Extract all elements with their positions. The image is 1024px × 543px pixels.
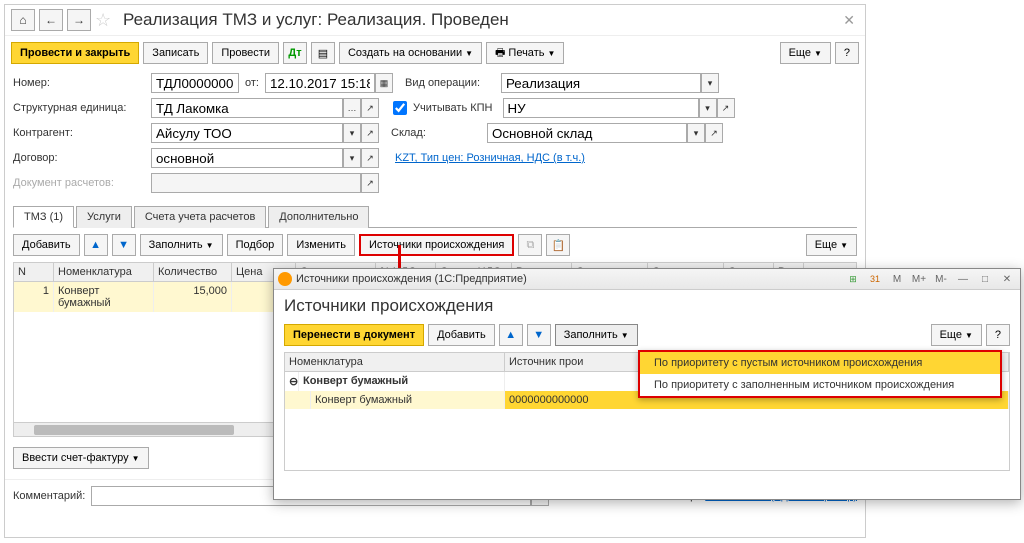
stock-field[interactable] bbox=[487, 123, 687, 143]
popup-down-button[interactable]: ▼ bbox=[527, 324, 551, 346]
stock-dd[interactable]: ▾ bbox=[687, 123, 705, 143]
price-type-link[interactable]: KZT, Тип цен: Розничная, НДС (в т.ч.) bbox=[395, 152, 585, 164]
post-and-close-button[interactable]: Провести и закрыть bbox=[11, 42, 139, 64]
print-button[interactable]: 🖶 Печать ▼ bbox=[486, 42, 564, 64]
col-qty: Количество bbox=[154, 263, 232, 281]
date-field[interactable] bbox=[265, 73, 375, 93]
date-picker-button[interactable]: ▦ bbox=[375, 73, 393, 93]
menu-item-filled-source[interactable]: По приоритету с заполненным источником п… bbox=[640, 374, 1000, 396]
unit-open[interactable]: ↗ bbox=[361, 98, 379, 118]
post-button[interactable]: Провести bbox=[212, 42, 279, 64]
unit-label: Структурная единица: bbox=[13, 102, 145, 114]
app-icon bbox=[278, 272, 292, 286]
number-label: Номер: bbox=[13, 77, 145, 89]
kpn-label: Учитывать КПН bbox=[413, 102, 493, 114]
fill-button[interactable]: Заполнить ▼ bbox=[140, 234, 223, 256]
number-field[interactable] bbox=[151, 73, 239, 93]
dk-icon-button[interactable]: Дт bbox=[283, 42, 307, 64]
back-button[interactable]: ← bbox=[39, 9, 63, 31]
operation-field[interactable] bbox=[501, 73, 701, 93]
calendar-icon[interactable]: 31 bbox=[866, 271, 884, 287]
maximize-icon[interactable]: □ bbox=[976, 271, 994, 287]
calc-icon[interactable]: ⊞ bbox=[844, 271, 862, 287]
contract-dd[interactable]: ▾ bbox=[343, 148, 361, 168]
forward-button[interactable]: → bbox=[67, 9, 91, 31]
calc-doc-field bbox=[151, 173, 361, 193]
operation-label: Вид операции: bbox=[405, 77, 495, 89]
operation-dd[interactable]: ▾ bbox=[701, 73, 719, 93]
kpn-field[interactable] bbox=[503, 98, 699, 118]
help-button[interactable]: ? bbox=[835, 42, 859, 64]
popup-window-title: Источники происхождения (1С:Предприятие) bbox=[296, 273, 527, 285]
tab-accounts[interactable]: Счета учета расчетов bbox=[134, 206, 266, 228]
create-based-button[interactable]: Создать на основании ▼ bbox=[339, 42, 482, 64]
write-button[interactable]: Записать bbox=[143, 42, 208, 64]
close-icon[interactable]: ✕ bbox=[839, 12, 859, 29]
change-button[interactable]: Изменить bbox=[287, 234, 355, 256]
calc-doc-label: Документ расчетов: bbox=[13, 177, 145, 189]
tab-additional[interactable]: Дополнительно bbox=[268, 206, 369, 228]
m-button[interactable]: M bbox=[888, 271, 906, 287]
popup-more-button[interactable]: Еще ▼ bbox=[931, 324, 982, 346]
move-up-button[interactable]: ▲ bbox=[84, 234, 108, 256]
menu-item-empty-source[interactable]: По приоритету с пустым источником происх… bbox=[640, 352, 1000, 374]
popup-fill-button[interactable]: Заполнить ▼ bbox=[555, 324, 638, 346]
more-button[interactable]: Еще ▼ bbox=[780, 42, 831, 64]
add-row-button[interactable]: Добавить bbox=[13, 234, 80, 256]
kpn-open[interactable]: ↗ bbox=[717, 98, 735, 118]
fill-menu: По приоритету с пустым источником происх… bbox=[638, 350, 1002, 398]
paste-icon-button[interactable]: 📋 bbox=[546, 234, 570, 256]
contract-open[interactable]: ↗ bbox=[361, 148, 379, 168]
comment-label: Комментарий: bbox=[13, 490, 85, 502]
counterparty-label: Контрагент: bbox=[13, 127, 145, 139]
stock-label: Склад: bbox=[391, 127, 481, 139]
popup-col-nom: Номенклатура bbox=[285, 353, 505, 371]
popup-up-button[interactable]: ▲ bbox=[499, 324, 523, 346]
popup-close-icon[interactable]: ✕ bbox=[998, 271, 1016, 287]
counterparty-field[interactable] bbox=[151, 123, 343, 143]
unit-field[interactable] bbox=[151, 98, 343, 118]
tab-more-button[interactable]: Еще ▼ bbox=[806, 234, 857, 256]
calc-open[interactable]: ↗ bbox=[361, 173, 379, 193]
select-button[interactable]: Подбор bbox=[227, 234, 284, 256]
col-n: N bbox=[14, 263, 54, 281]
m-minus-button[interactable]: M- bbox=[932, 271, 950, 287]
favorite-star-icon[interactable]: ☆ bbox=[95, 10, 115, 30]
counter-dd[interactable]: ▾ bbox=[343, 123, 361, 143]
kpn-checkbox[interactable] bbox=[393, 101, 407, 115]
transfer-button[interactable]: Перенести в документ bbox=[284, 324, 424, 346]
popup-title: Источники происхождения bbox=[274, 290, 1020, 320]
kpn-dd[interactable]: ▾ bbox=[699, 98, 717, 118]
popup-help-button[interactable]: ? bbox=[986, 324, 1010, 346]
tab-tmz[interactable]: ТМЗ (1) bbox=[13, 206, 74, 228]
m-plus-button[interactable]: M+ bbox=[910, 271, 928, 287]
page-title: Реализация ТМЗ и услуг: Реализация. Пров… bbox=[123, 10, 509, 30]
tab-services[interactable]: Услуги bbox=[76, 206, 132, 228]
counter-open[interactable]: ↗ bbox=[361, 123, 379, 143]
from-label: от: bbox=[245, 77, 259, 89]
contract-field[interactable] bbox=[151, 148, 343, 168]
printer-icon: 🖶 bbox=[495, 44, 505, 63]
minimize-icon[interactable]: — bbox=[954, 271, 972, 287]
col-nom: Номенклатура bbox=[54, 263, 154, 281]
structure-icon-button[interactable]: ▤ bbox=[311, 42, 335, 64]
sources-button[interactable]: Источники происхождения bbox=[359, 234, 514, 256]
unit-select[interactable]: … bbox=[343, 98, 361, 118]
move-down-button[interactable]: ▼ bbox=[112, 234, 136, 256]
copy-icon-button[interactable]: ⧉ bbox=[518, 234, 542, 256]
popup-add-button[interactable]: Добавить bbox=[428, 324, 495, 346]
invoice-button[interactable]: Ввести счет-фактуру ▼ bbox=[13, 447, 149, 469]
stock-open[interactable]: ↗ bbox=[705, 123, 723, 143]
contract-label: Договор: bbox=[13, 152, 145, 164]
home-button[interactable]: ⌂ bbox=[11, 9, 35, 31]
